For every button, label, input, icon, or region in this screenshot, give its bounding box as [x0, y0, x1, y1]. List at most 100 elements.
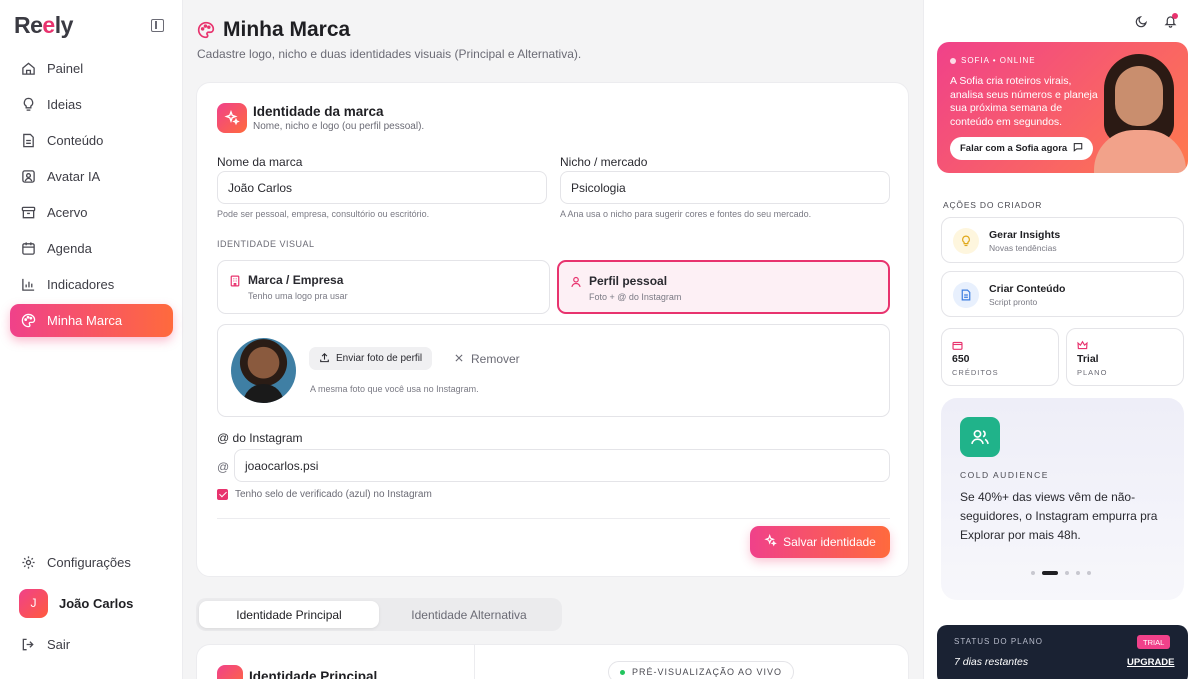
- sparkles-icon: [764, 533, 777, 550]
- calendar-icon: [20, 241, 36, 257]
- sidebar-item-minha-marca[interactable]: Minha Marca: [10, 304, 173, 337]
- page-subtitle: Cadastre logo, nicho e duas identidades …: [197, 47, 582, 61]
- sidebar-item-label: Painel: [47, 61, 84, 76]
- carousel-dot[interactable]: [1031, 571, 1035, 575]
- plan-stat: Trial PLANO: [1066, 328, 1184, 386]
- live-preview-label: PRÉ-VISUALIZAÇÃO AO VIVO: [632, 667, 783, 677]
- option-subtitle: Tenho uma logo pra usar: [248, 291, 348, 301]
- tab-identidade-principal[interactable]: Identidade Principal: [199, 601, 379, 628]
- dark-mode-toggle-icon[interactable]: [1135, 15, 1148, 33]
- visual-identity-label: IDENTIDADE VISUAL: [217, 239, 315, 249]
- option-brand-company[interactable]: Marca / Empresa Tenho uma logo pra usar: [217, 260, 550, 314]
- sidebar-item-painel[interactable]: Painel: [10, 52, 173, 85]
- sidebar-item-agenda[interactable]: Agenda: [10, 232, 173, 265]
- sofia-status: SOFIA • ONLINE: [950, 56, 1036, 65]
- carousel-dots[interactable]: [1031, 571, 1098, 575]
- plan-value: Trial: [1077, 353, 1099, 365]
- carousel-dot-active[interactable]: [1042, 571, 1058, 575]
- user-icon: [570, 275, 582, 293]
- upgrade-link[interactable]: UPGRADE: [1127, 657, 1175, 668]
- creator-actions-label: AÇÕES DO CRIADOR: [943, 200, 1043, 210]
- user-profile[interactable]: J João Carlos: [10, 583, 173, 623]
- avatar-icon: [20, 169, 36, 185]
- sidebar-item-label: Agenda: [47, 241, 92, 256]
- remove-label: Remover: [471, 351, 520, 366]
- action-subtitle: Novas tendências: [989, 243, 1057, 253]
- sidebar-item-label: Avatar IA: [47, 169, 101, 184]
- plan-label: PLANO: [1077, 368, 1108, 377]
- logout-icon: [20, 636, 36, 652]
- settings-link[interactable]: Configurações: [10, 547, 173, 577]
- sofia-status-label: SOFIA • ONLINE: [961, 56, 1036, 65]
- verified-label: Tenho selo de verificado (azul) no Insta…: [235, 489, 432, 500]
- brand-identity-card: Identidade da marca Nome, nicho e logo (…: [196, 82, 909, 577]
- sidebar-item-label: Minha Marca: [47, 313, 123, 328]
- sidebar-item-indicadores[interactable]: Indicadores: [10, 268, 173, 301]
- option-title: Perfil pessoal: [589, 274, 668, 288]
- logout-label: Sair: [47, 636, 71, 652]
- notification-dot: [1172, 13, 1178, 19]
- verified-checkbox-row[interactable]: Tenho selo de verificado (azul) no Insta…: [217, 489, 432, 500]
- remove-photo-button[interactable]: Remover: [454, 347, 520, 370]
- main-content: Minha Marca Cadastre logo, nicho e duas …: [183, 0, 923, 679]
- sidebar-item-acervo[interactable]: Acervo: [10, 196, 173, 229]
- days-left: 7 dias restantes: [954, 656, 1029, 668]
- sidebar-item-label: Indicadores: [47, 277, 115, 292]
- lightbulb-icon: [953, 228, 979, 254]
- action-title: Gerar Insights: [989, 229, 1061, 241]
- brand-card-title: Identidade da marca: [253, 104, 384, 119]
- action-subtitle: Script pronto: [989, 297, 1038, 307]
- upload-label: Enviar foto de perfil: [336, 353, 423, 364]
- carousel-dot[interactable]: [1065, 571, 1069, 575]
- settings-label: Configurações: [47, 554, 131, 570]
- identity-tabs: Identidade Principal Identidade Alternat…: [196, 598, 562, 631]
- save-identity-button[interactable]: Salvar identidade: [750, 526, 890, 558]
- talk-to-sofia-button[interactable]: Falar com a Sofia agora: [950, 137, 1094, 160]
- sidebar-item-label: Ideias: [47, 97, 82, 112]
- chat-icon: [1073, 142, 1083, 155]
- option-subtitle: Foto + @ do Instagram: [589, 292, 682, 302]
- brand-name-input[interactable]: João Carlos: [217, 171, 547, 204]
- bar-chart-icon: [20, 277, 36, 293]
- sidebar-footer: Configurações J João Carlos Sair: [10, 547, 173, 665]
- close-icon: [454, 352, 464, 366]
- instagram-input[interactable]: joaocarlos.psi: [234, 449, 890, 482]
- credits-value: 650: [952, 353, 970, 365]
- sidebar-item-label: Conteúdo: [47, 133, 104, 148]
- logout-link[interactable]: Sair: [10, 629, 173, 659]
- action-criar-conteudo[interactable]: Criar Conteúdo Script pronto: [941, 271, 1184, 317]
- insight-kicker: COLD AUDIENCE: [960, 470, 1049, 480]
- sidebar-item-avatar-ia[interactable]: Avatar IA: [10, 160, 173, 193]
- niche-label: Nicho / mercado: [560, 155, 648, 169]
- sidebar-item-conteudo[interactable]: Conteúdo: [10, 124, 173, 157]
- carousel-dot[interactable]: [1087, 571, 1091, 575]
- building-icon: [229, 274, 241, 292]
- credits-stat: 650 CRÉDITOS: [941, 328, 1059, 386]
- plan-tag-badge: TRIAL: [1137, 635, 1171, 649]
- brand-card-subtitle: Nome, nicho e logo (ou perfil pessoal).: [253, 121, 425, 132]
- upload-photo-button[interactable]: Enviar foto de perfil: [309, 347, 433, 370]
- sidebar-nav: Painel Ideias Conteúdo Avatar IA Acervo …: [10, 52, 173, 340]
- app-logo[interactable]: Reely: [14, 12, 73, 39]
- document-icon: [953, 282, 979, 308]
- action-title: Criar Conteúdo: [989, 283, 1066, 295]
- lightbulb-icon: [20, 97, 36, 113]
- action-gerar-insights[interactable]: Gerar Insights Novas tendências: [941, 217, 1184, 263]
- tab-identidade-alternativa[interactable]: Identidade Alternativa: [379, 601, 559, 628]
- option-personal-profile[interactable]: Perfil pessoal Foto + @ do Instagram: [557, 260, 890, 314]
- brand-name-hint: Pode ser pessoal, empresa, consultório o…: [217, 209, 430, 219]
- home-icon: [20, 61, 36, 77]
- sidebar-item-ideias[interactable]: Ideias: [10, 88, 173, 121]
- brand-name-label: Nome da marca: [217, 155, 303, 169]
- niche-input[interactable]: Psicologia: [560, 171, 890, 204]
- identity-card-title: Identidade Principal: [249, 669, 378, 679]
- notification-bell-icon[interactable]: [1164, 13, 1178, 33]
- sparkles-icon: [217, 103, 247, 133]
- verified-checkbox[interactable]: [217, 489, 228, 500]
- carousel-dot[interactable]: [1076, 571, 1080, 575]
- profile-photo-box: Enviar foto de perfil Remover A mesma fo…: [217, 324, 890, 417]
- collapse-sidebar-icon[interactable]: [151, 19, 164, 32]
- cta-label: Falar com a Sofia agora: [960, 143, 1068, 154]
- logo-highlight: e: [42, 12, 55, 38]
- live-preview-badge: PRÉ-VISUALIZAÇÃO AO VIVO: [608, 661, 795, 679]
